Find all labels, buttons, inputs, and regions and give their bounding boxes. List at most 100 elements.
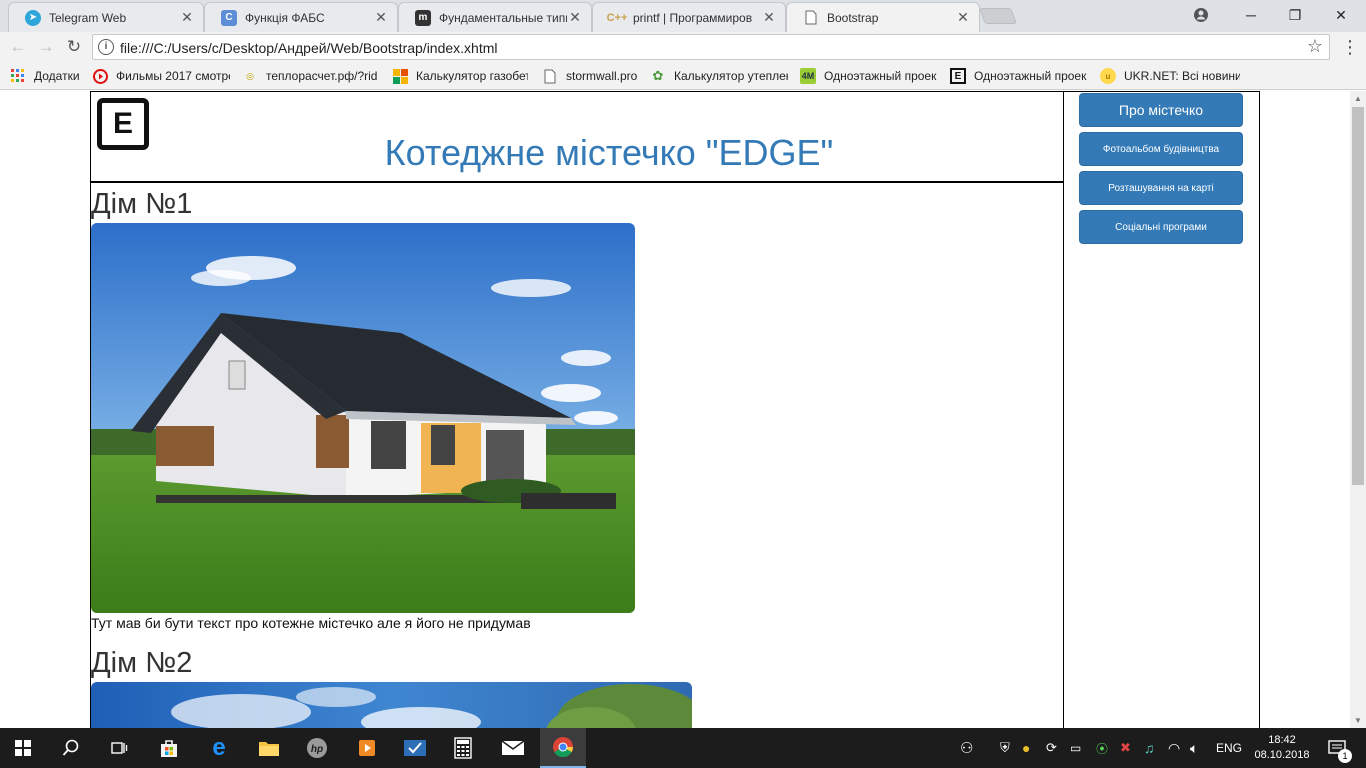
calculator-icon[interactable] — [440, 728, 486, 768]
play-icon — [92, 68, 108, 84]
apps-icon — [10, 68, 26, 84]
bookmark-films[interactable]: Фильмы 2017 смотре — [92, 67, 230, 85]
close-tab-icon[interactable]: ✕ — [567, 9, 583, 26]
reload-icon[interactable]: ↻ — [62, 36, 86, 58]
close-tab-icon[interactable]: ✕ — [955, 9, 971, 26]
house-section: Дім №2 — [91, 644, 1063, 728]
page-scrollbar[interactable]: ▲ ▼ — [1350, 91, 1366, 728]
ukrnet-icon: u — [1100, 68, 1116, 84]
windows-taskbar: e hp ⚇ ⛨ ● ⟳ ▭ ⦿ ✖ ♫ ◠ 🔈︎ ENG 18:42 08.1… — [0, 728, 1366, 768]
bookmark-stormwall[interactable]: stormwall.pro — [542, 67, 642, 85]
tab-title: printf | Программиров — [633, 10, 753, 25]
bookmark-label: Одноэтажный проек — [974, 69, 1087, 83]
bookmark-proekt-2[interactable]: E Одноэтажный проек — [950, 67, 1088, 85]
spiral-icon: ◎ — [246, 70, 254, 81]
action-center-icon[interactable]: 1 — [1322, 728, 1352, 768]
clock-date: 08.10.2018 — [1254, 749, 1310, 761]
defender-icon[interactable]: ⛨ — [1000, 728, 1010, 768]
tasks-app-icon[interactable] — [392, 728, 438, 768]
task-view-icon[interactable] — [96, 728, 142, 768]
bookmark-label: stormwall.pro — [566, 69, 638, 83]
scrollbar-thumb[interactable] — [1352, 107, 1364, 485]
house-photo — [91, 223, 635, 613]
tab-telegram[interactable]: ➤ Telegram Web ✕ — [8, 2, 204, 32]
bookmark-ukrnet[interactable]: u UKR.NET: Всі новини — [1100, 67, 1240, 85]
profile-icon[interactable] — [1178, 0, 1224, 30]
edge-browser-icon[interactable]: e — [196, 728, 242, 768]
leaf-icon: ✿ — [652, 68, 664, 83]
clock-time: 18:42 — [1268, 734, 1296, 746]
language-indicator[interactable]: ENG — [1216, 728, 1242, 768]
about-town-button[interactable]: Про містечко — [1079, 93, 1243, 127]
tab-fabs[interactable]: C Функція ФАБС ✕ — [204, 2, 398, 32]
scroll-down-icon[interactable]: ▼ — [1354, 716, 1362, 725]
close-tab-icon[interactable]: ✕ — [179, 9, 195, 26]
info-icon[interactable]: i — [98, 39, 114, 55]
clock[interactable]: 18:42 08.10.2018 — [1254, 728, 1310, 768]
tab-printf[interactable]: C++ printf | Программиров ✕ — [592, 2, 786, 32]
tab-strip: ➤ Telegram Web ✕ C Функція ФАБС ✕ m Фунд… — [0, 0, 1366, 32]
store-icon[interactable] — [146, 728, 192, 768]
hp-icon[interactable]: hp — [294, 728, 340, 768]
map-location-button[interactable]: Розташування на карті — [1079, 171, 1243, 205]
volume-icon[interactable]: 🔈︎ — [1190, 728, 1198, 768]
url-text: file:///C:/Users/c/Desktop/Андрей/Web/Bo… — [120, 40, 498, 56]
search-icon[interactable] — [48, 728, 94, 768]
people-icon[interactable]: ⚇ — [960, 728, 973, 768]
close-window-button[interactable]: ✕ — [1318, 0, 1364, 30]
tab-title: Bootstrap — [827, 10, 879, 25]
close-tab-icon[interactable]: ✕ — [761, 9, 777, 26]
signal-icon[interactable]: ⦿ — [1096, 728, 1108, 768]
mail-icon[interactable] — [490, 728, 536, 768]
page-title: Котеджне містечко "EDGE" — [384, 132, 834, 173]
bookmark-teplo[interactable]: ◎ теплорасчет.рф/?rid — [242, 67, 378, 85]
tab-title: Функція ФАБС — [245, 10, 325, 25]
bookmark-uteplen[interactable]: ✿ Калькулятор утеплен — [650, 67, 788, 85]
bookmark-star-icon[interactable]: ☆ — [1307, 36, 1323, 57]
battery-icon[interactable]: ▭ — [1070, 728, 1081, 768]
music-icon[interactable]: ♫ — [1144, 728, 1155, 768]
sidebar: Про містечко Фотоальбом будівництва Розт… — [1063, 91, 1260, 728]
document-icon — [803, 10, 819, 26]
e-icon: E — [950, 68, 966, 84]
bookmark-label: Калькулятор газобет — [416, 69, 528, 83]
bookmark-label: UKR.NET: Всі новини — [1124, 69, 1240, 83]
minimize-button[interactable]: ─ — [1228, 0, 1274, 30]
bookmark-proekt-1[interactable]: 4M Одноэтажный проек — [800, 67, 938, 85]
tab-title: Фундаментальные типы — [439, 10, 567, 25]
file-explorer-icon[interactable] — [246, 728, 292, 768]
tab-types[interactable]: m Фундаментальные типы ✕ — [398, 2, 592, 32]
bookmark-gazobet[interactable]: Калькулятор газобет — [392, 67, 528, 85]
social-programs-button[interactable]: Соціальні програми — [1079, 210, 1243, 244]
bookmark-label: Калькулятор утеплен — [674, 69, 788, 83]
address-bar[interactable]: i file:///C:/Users/c/Desktop/Андрей/Web/… — [92, 34, 1330, 60]
restore-button[interactable]: ❐ — [1272, 0, 1318, 30]
new-tab-button[interactable] — [979, 8, 1017, 24]
network-error-icon[interactable]: ✖ — [1120, 728, 1131, 768]
menu-icon[interactable]: ⋮ — [1340, 36, 1360, 58]
bookmark-label: Фильмы 2017 смотре — [116, 69, 230, 83]
forward-icon[interactable]: → — [34, 36, 58, 58]
photo-album-button[interactable]: Фотоальбом будівництва — [1079, 132, 1243, 166]
bookmark-label: Одноэтажный проек — [824, 69, 937, 83]
page-viewport: E Котеджне містечко "EDGE" Дім №1 Тут ма… — [0, 91, 1350, 728]
sync-icon[interactable]: ⟳ — [1046, 728, 1057, 768]
bookmarks-bar: Додатки Фильмы 2017 смотре ◎ теплорасчет… — [0, 62, 1366, 90]
cpp-icon: C — [221, 9, 237, 26]
document-icon — [542, 68, 558, 84]
main-content: E Котеджне містечко "EDGE" Дім №1 Тут ма… — [90, 91, 1064, 728]
close-tab-icon[interactable]: ✕ — [373, 9, 389, 26]
scroll-up-icon[interactable]: ▲ — [1354, 94, 1362, 103]
tab-bootstrap[interactable]: Bootstrap ✕ — [786, 2, 980, 32]
metanit-icon: m — [415, 9, 431, 26]
house-photo — [91, 682, 692, 728]
media-player-icon[interactable] — [344, 728, 390, 768]
windows-start-icon[interactable] — [0, 728, 46, 768]
chrome-icon[interactable] — [540, 728, 586, 768]
wifi-icon[interactable]: ◠ — [1168, 728, 1180, 768]
svg-text:hp: hp — [311, 744, 323, 755]
back-icon[interactable]: ← — [6, 36, 30, 58]
norton-icon[interactable]: ● — [1022, 728, 1030, 768]
bookmark-apps[interactable]: Додатки — [10, 67, 84, 85]
house-heading: Дім №1 — [91, 188, 193, 220]
